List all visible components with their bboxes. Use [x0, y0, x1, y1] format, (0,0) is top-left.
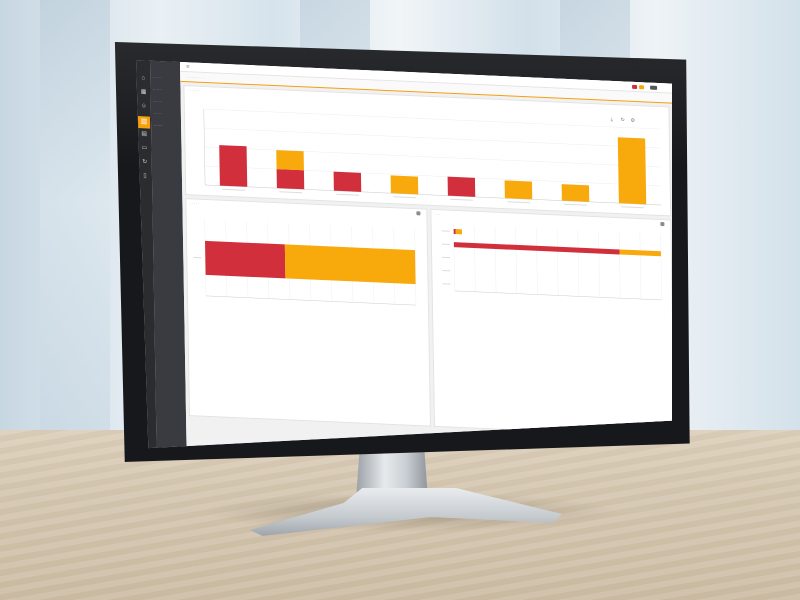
category-label [222, 188, 246, 191]
panel-menu-icon[interactable] [660, 221, 665, 227]
category-label [441, 243, 450, 245]
gridline [204, 146, 661, 168]
gridline [474, 225, 476, 292]
category-label [450, 198, 474, 201]
nav-item[interactable]: ·········· [154, 123, 180, 130]
panel-title: · · · [435, 212, 441, 217]
category-label [279, 191, 303, 194]
gridline [556, 229, 559, 296]
category-label [507, 201, 531, 204]
monitor-screen: ⌂▦☺▥▤▭↻▯ ·······························… [136, 60, 672, 449]
column-chart [203, 108, 662, 209]
warning-status-icon[interactable] [639, 85, 645, 90]
gridline [536, 228, 538, 295]
calendar-icon[interactable]: ▦ [139, 88, 147, 96]
folder-icon[interactable]: ▭ [140, 144, 148, 152]
right-chart-panel: · · · [430, 208, 672, 438]
stacked-bar-chart [193, 219, 417, 306]
main-content: ≡ · · · · · · · · · · · · · · · · ⤓ ↻ ⚙ … [180, 61, 672, 449]
column-bar[interactable] [561, 184, 590, 202]
users-icon[interactable]: ☺ [140, 102, 148, 110]
horizontal-bar-chart [441, 224, 662, 301]
home-icon[interactable]: ⌂ [139, 74, 147, 82]
column-bar[interactable] [617, 137, 647, 205]
column-bar[interactable] [333, 171, 362, 192]
column-bar[interactable] [504, 180, 533, 200]
dashboard-app: ⌂▦☺▥▤▭↻▯ ·······························… [136, 60, 672, 449]
category-label [393, 196, 417, 199]
panel-title: · · · · · · [188, 88, 199, 93]
column-bar[interactable] [219, 145, 248, 187]
window-pane [40, 0, 110, 450]
nav-item[interactable]: ·········· [154, 99, 180, 106]
alert-status-icon[interactable] [632, 84, 638, 90]
gridline [453, 224, 455, 291]
user-avatar[interactable] [650, 85, 658, 90]
nav-item[interactable]: ·········· [154, 111, 180, 118]
gridline [494, 226, 497, 293]
refresh-icon[interactable]: ↻ [141, 158, 149, 166]
horizontal-bar[interactable] [619, 249, 661, 257]
gridline [598, 231, 600, 298]
horizontal-bar[interactable] [453, 228, 456, 235]
file-icon[interactable]: ▯ [141, 172, 149, 180]
gridline [639, 233, 642, 300]
column-bar[interactable] [276, 169, 305, 190]
horizontal-bar[interactable] [205, 240, 286, 279]
horizontal-bar[interactable] [284, 244, 416, 285]
category-label [441, 230, 450, 232]
gridline [660, 233, 662, 300]
gridline [203, 108, 660, 130]
left-chart-panel: · · · · · [185, 198, 432, 427]
column-bar[interactable] [276, 150, 304, 171]
menu-icon[interactable]: ≡ [186, 63, 190, 71]
gridline [204, 165, 661, 187]
gridline [577, 230, 580, 297]
panel-menu-icon[interactable] [416, 211, 421, 216]
chart-icon[interactable]: ▥ [137, 116, 151, 129]
category-label [193, 256, 202, 259]
category-label [442, 256, 451, 259]
gridline [618, 232, 621, 299]
nav-item[interactable]: ·········· [153, 87, 179, 94]
category-label [564, 203, 588, 206]
category-label [442, 270, 451, 272]
horizontal-bar[interactable] [455, 229, 463, 235]
document-icon[interactable]: ▤ [140, 130, 148, 138]
top-chart-panel: · · · · · · ⤓ ↻ ⚙ [183, 85, 672, 217]
category-label [442, 283, 451, 285]
panel-title: · · · · · [190, 201, 199, 206]
column-bar[interactable] [447, 176, 476, 197]
column-bar[interactable] [390, 175, 419, 195]
category-label [621, 206, 645, 209]
category-label [336, 193, 360, 196]
gridline [204, 127, 661, 149]
gridline [515, 227, 518, 294]
nav-item[interactable]: ·········· [153, 75, 179, 82]
